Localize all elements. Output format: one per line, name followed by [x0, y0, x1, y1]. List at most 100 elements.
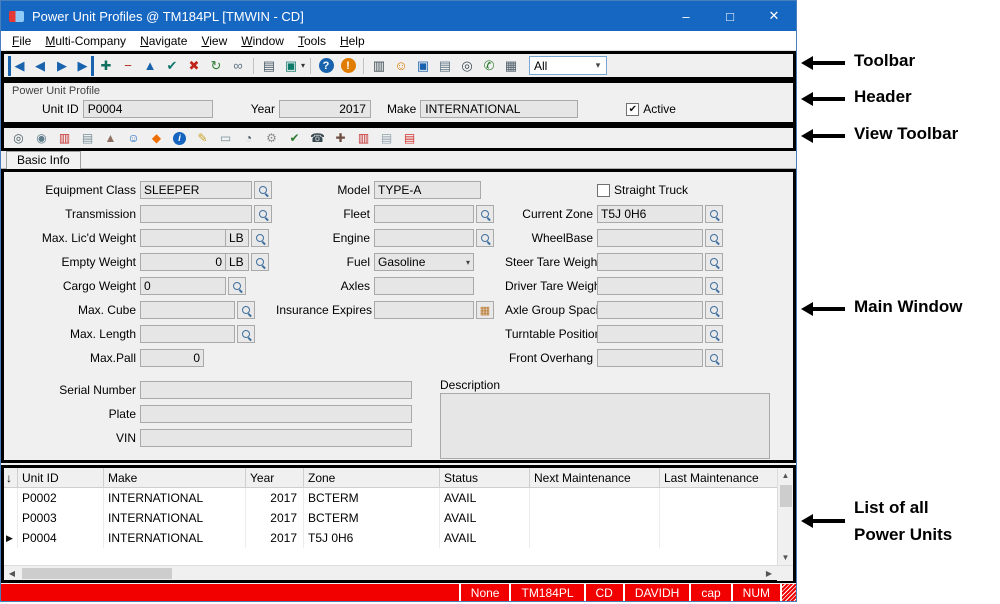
link-icon[interactable]: ∞ [228, 56, 248, 76]
fax-icon[interactable]: ▤ [435, 56, 455, 76]
transmission-field[interactable] [140, 205, 252, 223]
call-icon[interactable]: ✆ [479, 56, 499, 76]
front-overhang-field[interactable] [597, 349, 703, 367]
user-icon[interactable]: ☺ [391, 56, 411, 76]
chevron-down-icon[interactable]: ▾ [590, 60, 606, 71]
menu-window[interactable]: Window [234, 34, 291, 48]
maximize-button[interactable]: □ [708, 1, 752, 31]
about-icon[interactable]: ! [338, 56, 358, 76]
next-record-icon[interactable]: ▶ [52, 56, 72, 76]
max-length-field[interactable] [140, 325, 235, 343]
straight-truck-checkbox[interactable] [597, 184, 610, 197]
menu-file[interactable]: File [5, 34, 38, 48]
equipment-class-field[interactable]: SLEEPER [140, 181, 252, 199]
driver-tare-weight-lookup-button[interactable] [705, 277, 723, 295]
info-icon[interactable]: i [171, 130, 188, 147]
turntable-position-lookup-button[interactable] [705, 325, 723, 343]
column-header-last-maintenance[interactable]: Last Maintenance [660, 468, 777, 487]
finance-icon[interactable]: ◆ [148, 130, 165, 147]
turntable-position-field[interactable] [597, 325, 703, 343]
insert-record-icon[interactable]: ✚ [96, 56, 116, 76]
scroll-up-icon[interactable]: ▲ [778, 468, 794, 483]
max-length-lookup-button[interactable] [237, 325, 255, 343]
phone-icon[interactable]: ☎ [309, 130, 326, 147]
pdf-icon[interactable]: ▤ [401, 130, 418, 147]
empty-weight-lookup-button[interactable] [251, 253, 269, 271]
edit-record-icon[interactable]: ▲ [140, 56, 160, 76]
front-overhang-lookup-button[interactable] [705, 349, 723, 367]
first-record-icon[interactable]: ◀ [8, 56, 28, 76]
vin-field[interactable] [140, 429, 412, 447]
list-row-p0003[interactable]: P0003 INTERNATIONAL 2017 BCTERM AVAIL [4, 508, 777, 528]
scroll-left-icon[interactable]: ◀ [4, 566, 20, 581]
current-zone-lookup-button[interactable] [705, 205, 723, 223]
settings-icon[interactable]: ⚙ [263, 130, 280, 147]
previous-record-icon[interactable]: ◀ [30, 56, 50, 76]
steer-tare-weight-field[interactable] [597, 253, 703, 271]
active-checkbox[interactable]: ✔ [626, 103, 639, 116]
post-edit-icon[interactable]: ✔ [162, 56, 182, 76]
terminal-icon[interactable]: ▥ [369, 56, 389, 76]
max-cube-lookup-button[interactable] [237, 301, 255, 319]
search-icon[interactable]: ◎ [10, 130, 27, 147]
cancel-edit-icon[interactable]: ✖ [184, 56, 204, 76]
license-icon[interactable]: ✎ [194, 130, 211, 147]
make-field[interactable]: INTERNATIONAL [420, 100, 578, 118]
column-header-status[interactable]: Status [440, 468, 530, 487]
last-record-icon[interactable]: ▶ [74, 56, 94, 76]
horizontal-scrollbar[interactable]: ◀ ▶ [4, 565, 793, 580]
display-options-caret-icon[interactable]: ▾ [301, 61, 305, 70]
transmission-lookup-button[interactable] [254, 205, 272, 223]
axles-field[interactable] [374, 277, 474, 295]
list-row-p0004-current[interactable]: ▶ P0004 INTERNATIONAL 2017 T5J 0H6 AVAIL [4, 528, 777, 548]
workstation-icon[interactable]: ▣ [413, 56, 433, 76]
close-button[interactable]: ✕ [752, 1, 796, 31]
minimize-button[interactable]: – [664, 1, 708, 31]
help-icon[interactable]: ? [316, 56, 336, 76]
wheelbase-lookup-button[interactable] [705, 229, 723, 247]
column-header-next-maintenance[interactable]: Next Maintenance [530, 468, 660, 487]
max-pall-field[interactable]: 0 [140, 349, 204, 367]
fleet-truck-icon[interactable]: ▥ [355, 130, 372, 147]
horizontal-scroll-thumb[interactable] [22, 568, 172, 579]
search-icon[interactable]: ◎ [457, 56, 477, 76]
delete-record-icon[interactable]: − [118, 56, 138, 76]
scroll-right-icon[interactable]: ▶ [761, 566, 777, 581]
wheelbase-field[interactable] [597, 229, 703, 247]
axle-group-spacing-lookup-button[interactable] [705, 301, 723, 319]
preview-icon[interactable]: ◉ [33, 130, 50, 147]
fleet-field[interactable] [374, 205, 474, 223]
cargo-weight-field[interactable]: 0 [140, 277, 226, 295]
model-field[interactable]: TYPE-A [374, 181, 481, 199]
engine-lookup-button[interactable] [476, 229, 494, 247]
axle-group-spacing-field[interactable] [597, 301, 703, 319]
description-textarea[interactable] [440, 393, 770, 459]
document-icon[interactable]: ▤ [378, 130, 395, 147]
insurance-expires-datepicker-button[interactable]: ▦ [476, 301, 494, 319]
vertical-scroll-thumb[interactable] [780, 485, 792, 507]
current-zone-field[interactable]: T5J 0H6 [597, 205, 703, 223]
insurance-expires-field[interactable] [374, 301, 474, 319]
menu-view[interactable]: View [194, 34, 234, 48]
menu-multi-company[interactable]: Multi-Company [38, 34, 133, 48]
refresh-icon[interactable]: ↻ [206, 56, 226, 76]
save-icon[interactable]: ▦ [501, 56, 521, 76]
resize-grip[interactable] [780, 584, 796, 601]
menu-help[interactable]: Help [333, 34, 372, 48]
scroll-down-icon[interactable]: ▼ [778, 550, 794, 565]
fuel-dropdown[interactable]: Gasoline▾ [374, 253, 474, 271]
max-licd-weight-field[interactable] [140, 229, 226, 247]
list-row-p0002[interactable]: P0002 INTERNATIONAL 2017 BCTERM AVAIL [4, 488, 777, 508]
plate-field[interactable] [140, 405, 412, 423]
max-licd-weight-lookup-button[interactable] [251, 229, 269, 247]
column-header-zone[interactable]: Zone [304, 468, 440, 487]
scale-icon[interactable]: ▲ [102, 130, 119, 147]
driver-tare-weight-field[interactable] [597, 277, 703, 295]
report-icon[interactable]: ▤ [79, 130, 96, 147]
unit-id-field[interactable]: P0004 [83, 100, 213, 118]
vertical-scrollbar[interactable]: ▲ ▼ [777, 468, 793, 565]
fleet-lookup-button[interactable] [476, 205, 494, 223]
menu-navigate[interactable]: Navigate [133, 34, 194, 48]
engine-field[interactable] [374, 229, 474, 247]
max-cube-field[interactable] [140, 301, 235, 319]
